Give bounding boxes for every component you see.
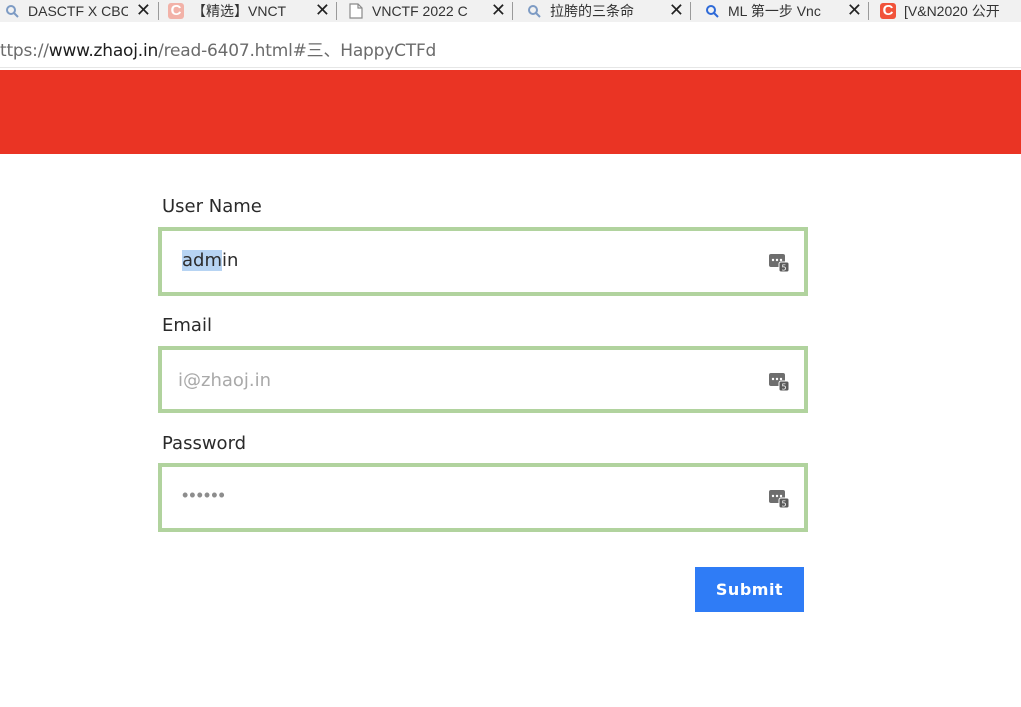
- search-icon: [4, 3, 20, 19]
- username-input[interactable]: [178, 231, 738, 292]
- email-field[interactable]: 5: [158, 346, 808, 413]
- search-icon: [704, 3, 720, 19]
- password-manager-icon[interactable]: 5: [768, 370, 790, 392]
- svg-text:5: 5: [781, 264, 786, 273]
- tab-separator: [690, 2, 691, 20]
- tab-title: VNCTF 2022 C: [372, 3, 468, 19]
- tab-three-lives[interactable]: 拉胯的三条命 ✕: [526, 0, 690, 22]
- document-icon: [348, 3, 364, 19]
- url-path: /read-6407.html#三、HappyCTFd: [158, 41, 437, 61]
- password-input[interactable]: [178, 467, 738, 528]
- tab-vn2020[interactable]: C [V&N2020 公开: [880, 0, 1021, 22]
- search-icon: [526, 3, 542, 19]
- tab-separator: [868, 2, 869, 20]
- password-field[interactable]: •••••• 5: [158, 463, 808, 532]
- tab-title: 【精选】VNCT: [192, 3, 287, 19]
- tab-separator: [336, 2, 337, 20]
- address-bar[interactable]: ttps://www.zhaoj.in/read-6407.html#三、Hap…: [0, 22, 1021, 68]
- email-input[interactable]: [178, 350, 738, 411]
- username-field[interactable]: admin 5: [158, 227, 808, 296]
- tab-separator: [512, 2, 513, 20]
- tab-ml-first-step[interactable]: ML 第一步 Vnc ✕: [704, 0, 868, 22]
- csdn-c-icon: C: [168, 2, 184, 19]
- browser-tab-strip: DASCTF X CBC ✕ C 【精选】VNCT ✕ VNCTF 2022 C…: [0, 0, 1021, 22]
- url-text[interactable]: ttps://www.zhaoj.in/read-6407.html#三、Hap…: [0, 36, 436, 61]
- password-manager-icon[interactable]: 5: [768, 251, 790, 273]
- tab-vnctf-2022[interactable]: VNCTF 2022 C ✕: [348, 0, 512, 22]
- close-icon[interactable]: ✕: [847, 1, 862, 19]
- close-icon[interactable]: ✕: [669, 1, 684, 19]
- password-manager-icon[interactable]: 5: [768, 487, 790, 509]
- csdn-c-icon: C: [880, 2, 896, 19]
- password-label: Password: [162, 433, 247, 454]
- tab-vnctf-featured[interactable]: C 【精选】VNCT ✕: [168, 0, 336, 22]
- tab-title: [V&N2020 公开: [904, 3, 1000, 19]
- url-host: www.zhaoj.in: [48, 41, 159, 61]
- submit-button[interactable]: Submit: [695, 567, 804, 612]
- tab-title: ML 第一步 Vnc: [728, 3, 821, 19]
- header-banner: [0, 70, 1021, 154]
- url-scheme: ttps://: [0, 41, 49, 61]
- svg-text:5: 5: [781, 383, 786, 392]
- close-icon[interactable]: ✕: [136, 1, 151, 19]
- email-label: Email: [162, 315, 212, 336]
- tab-separator: [158, 2, 159, 20]
- close-icon[interactable]: ✕: [315, 1, 330, 19]
- username-label: User Name: [162, 196, 262, 217]
- login-form: User Name admin 5 Email 5 Password •••••…: [0, 154, 1021, 707]
- tab-dasctf[interactable]: DASCTF X CBC ✕: [0, 0, 157, 22]
- tab-title: 拉胯的三条命: [550, 3, 634, 19]
- close-icon[interactable]: ✕: [491, 1, 506, 19]
- svg-text:5: 5: [781, 500, 786, 509]
- tab-title: DASCTF X CBC: [28, 3, 128, 19]
